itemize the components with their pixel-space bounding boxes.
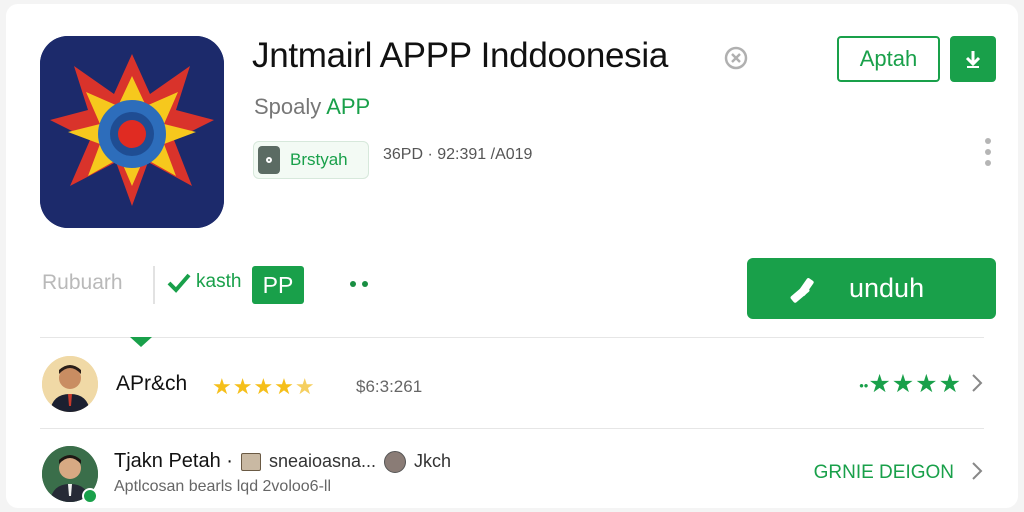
lock-icon [258, 146, 280, 174]
chevron-right-icon[interactable] [970, 460, 984, 482]
tab-divider [153, 266, 155, 304]
reviewer-secondary: sneaioasna... [268, 451, 377, 471]
app-card: Jntmairl APPP Inddoonesia Spoaly APP Brs… [6, 4, 1018, 508]
info-icon[interactable] [720, 44, 752, 72]
subtitle-accent: APP [326, 94, 371, 119]
reviewer-tertiary: Jkch [414, 451, 452, 471]
chevron-right-icon[interactable] [970, 372, 984, 394]
app-subtitle: Spoaly APP [254, 94, 370, 120]
more-dots-icon[interactable] [350, 281, 368, 289]
app-logo-icon [40, 36, 224, 228]
rating-summary: ••★★★★ [859, 369, 962, 399]
id-card-icon [240, 452, 261, 471]
tab-active[interactable]: kasth [166, 271, 241, 293]
star-rating: ★★★★★ [212, 374, 316, 400]
verified-badge-icon [82, 488, 98, 504]
review-value: $6:3:261 [356, 377, 423, 396]
app-title: Jntmairl APPP Inddoonesia [252, 36, 669, 75]
check-icon [167, 273, 191, 293]
reviewer-header: Tjakn Petah · sneaioasna... Jkch [114, 450, 451, 473]
small-avatar-icon [384, 450, 407, 473]
rating-stars: ★★★★ [868, 370, 962, 398]
tab-active-label: kasth [196, 271, 242, 292]
review-link[interactable]: GRNIE DEIGON [814, 462, 954, 484]
subtitle-prefix: Spoaly [254, 94, 322, 119]
download-icon [965, 51, 981, 68]
active-tab-indicator [130, 337, 152, 347]
hammer-icon [790, 277, 814, 303]
reviewer-name: APr&ch [116, 372, 188, 395]
divider [40, 428, 984, 429]
app-meta: 36PD · 92:391 /A019 [383, 146, 533, 163]
outline-action-button[interactable]: Aptah [837, 36, 940, 82]
download-button[interactable] [950, 36, 996, 82]
avatar [42, 356, 98, 412]
download-main-button[interactable]: unduh [747, 258, 996, 319]
tab-bar: Rubuarh kasth PP [42, 266, 382, 306]
review-row[interactable]: APr&ch ★★★★★ $6:3:261 ••★★★★ [40, 352, 984, 416]
review-detail: Aptlcosan bearls lqd 2voloo6-ll [114, 478, 332, 495]
divider [40, 337, 984, 338]
more-vertical-icon[interactable] [978, 136, 998, 168]
tab-inactive[interactable]: Rubuarh [42, 271, 123, 295]
rating-prefix: •• [859, 377, 869, 393]
category-tag[interactable]: Brstyah [253, 141, 369, 179]
reviewer-name: Tjakn Petah · [114, 450, 233, 472]
tag-label: Brstyah [290, 150, 348, 169]
tab-pill[interactable]: PP [252, 266, 304, 304]
review-row[interactable]: Tjakn Petah · sneaioasna... Jkch Aptlcos… [40, 442, 984, 506]
star-icons: ★★★★ [212, 374, 295, 399]
star-partial-icon: ★ [294, 374, 316, 399]
download-main-label: unduh [849, 273, 925, 303]
